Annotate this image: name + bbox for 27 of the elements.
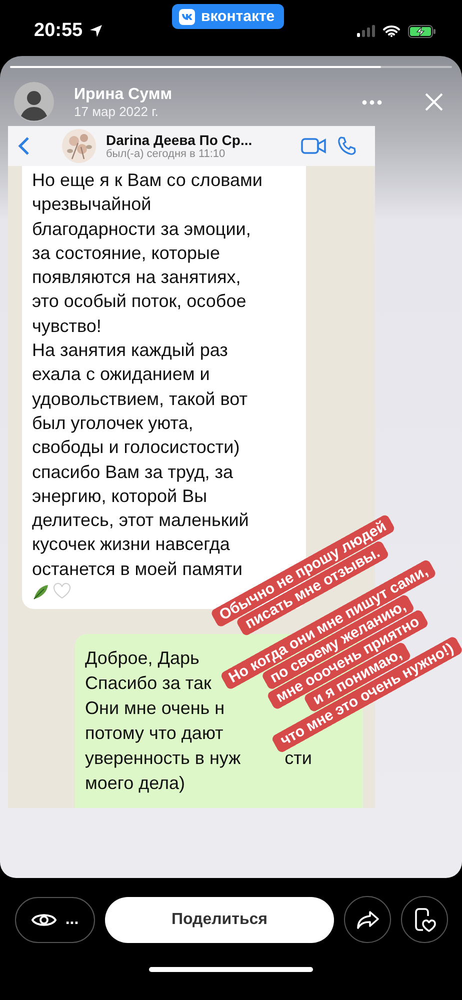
- react-button[interactable]: [401, 896, 448, 943]
- clock-time: 20:55: [34, 20, 83, 42]
- vk-logo-icon: [179, 8, 195, 24]
- back-chevron-icon: [18, 136, 30, 156]
- share-button[interactable]: Поделиться: [105, 896, 334, 942]
- signal-icon: [357, 25, 375, 37]
- forward-arrow-icon: [356, 910, 380, 930]
- heart-icon: [53, 583, 71, 600]
- battery-charging-icon: [408, 24, 436, 38]
- app-badge[interactable]: вконтакте: [172, 4, 284, 29]
- message-text: моего дела): [85, 772, 186, 796]
- message-text: Спасибо за так: [85, 672, 212, 696]
- contact-name: Darina Деева По Ср...: [106, 132, 254, 148]
- phone-heart-icon: [412, 906, 436, 932]
- viewers-button[interactable]: ...: [15, 896, 95, 942]
- last-seen-status: был(-а) сегодня в 11:10: [106, 148, 226, 160]
- video-camera-icon: [301, 137, 327, 155]
- message-text: Доброе, Дарь: [85, 647, 200, 670]
- close-icon[interactable]: [424, 92, 444, 112]
- wifi-icon: [383, 25, 400, 37]
- phone-icon: [337, 136, 357, 156]
- story-date: 17 мар 2022 г.: [74, 104, 160, 118]
- more-icon: [362, 100, 382, 104]
- author-avatar[interactable]: [14, 82, 54, 122]
- leaf-icon: [32, 583, 50, 602]
- location-arrow-icon: [88, 24, 103, 38]
- forward-button[interactable]: [344, 896, 391, 943]
